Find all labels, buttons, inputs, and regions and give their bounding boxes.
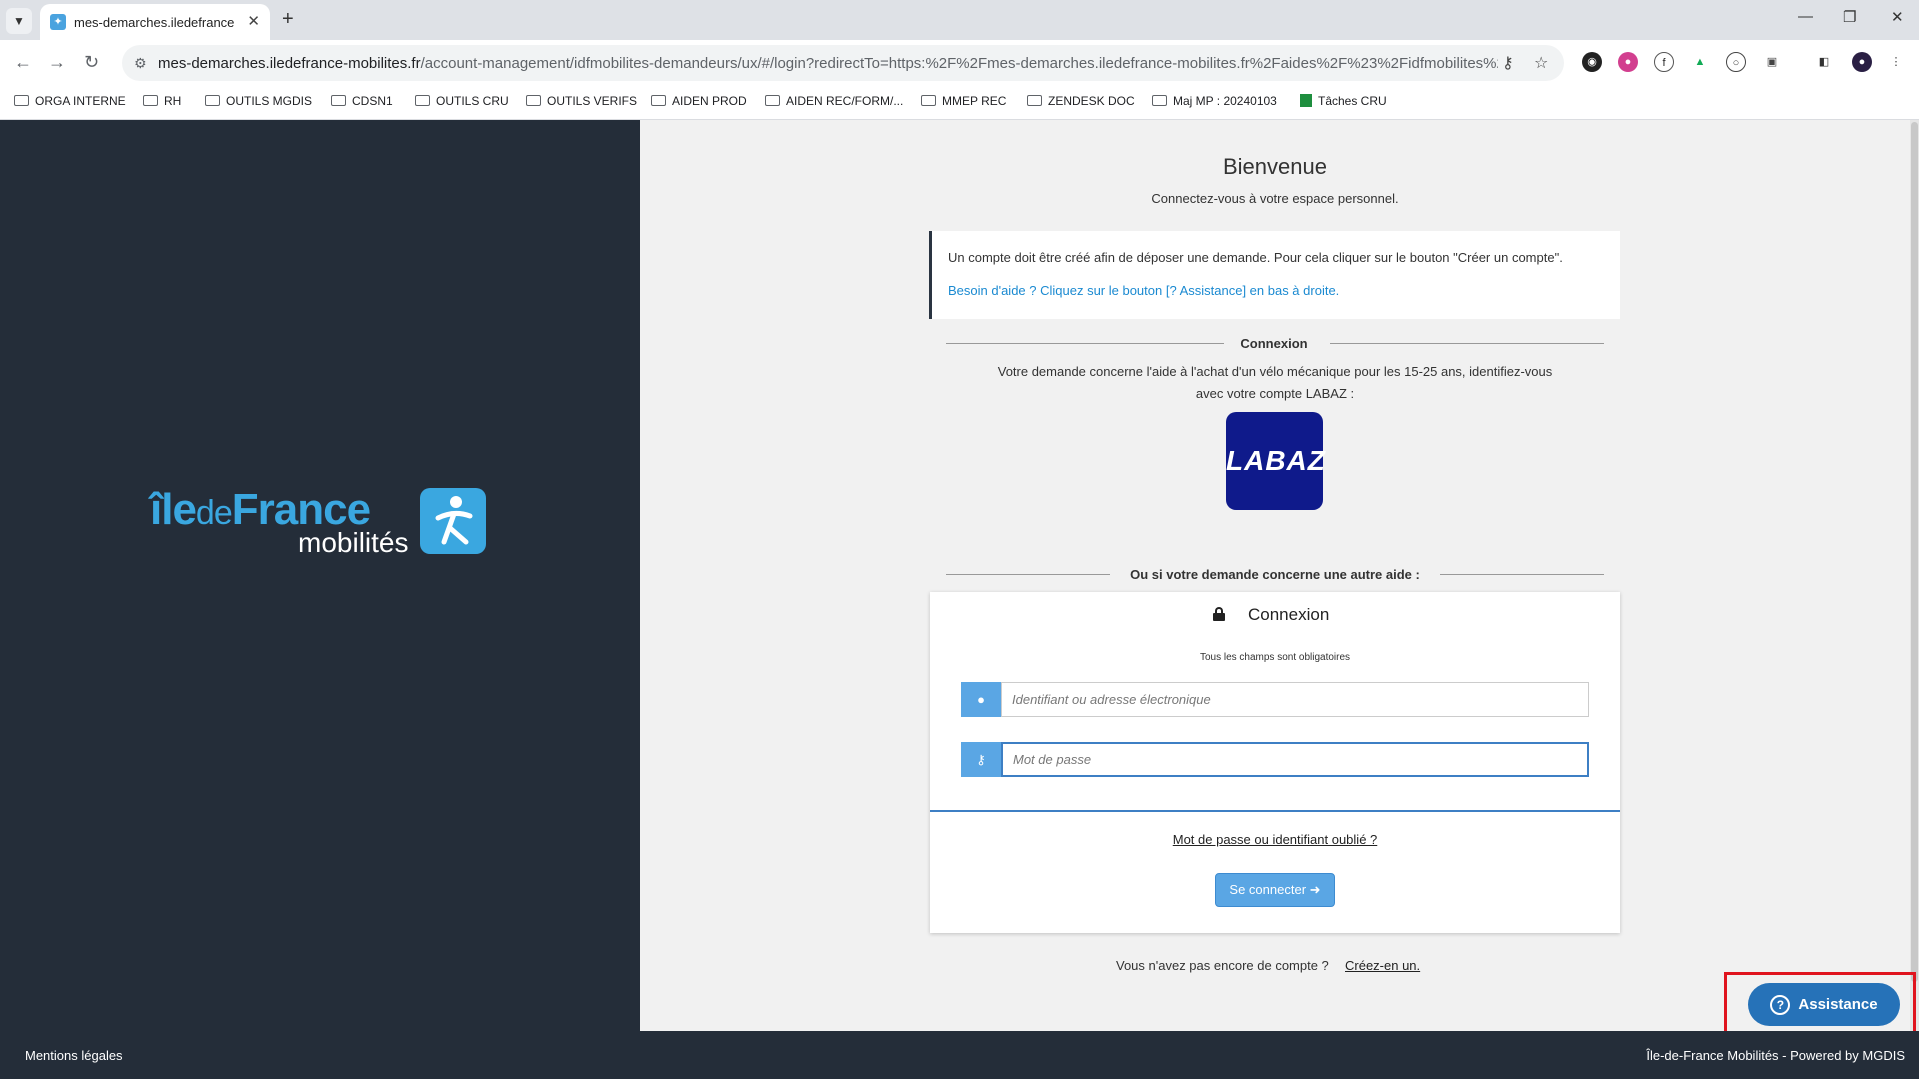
browser-tab-bar: ▼ ✦ mes-demarches.iledefrance-mo ✕ + — ❐… xyxy=(0,0,1919,40)
password-key-icon[interactable]: ⚷ xyxy=(1502,53,1514,73)
folder-icon xyxy=(1027,95,1042,106)
reload-icon[interactable]: ↻ xyxy=(84,52,99,73)
bookmark-folder[interactable]: MMEP REC xyxy=(921,94,1006,108)
bookmark-folder[interactable]: AIDEN REC/FORM/... xyxy=(765,94,903,108)
folder-icon xyxy=(526,95,541,106)
velo-text-line: avec votre compte LABAZ : xyxy=(1195,386,1355,401)
extension-icon-5[interactable]: ○ xyxy=(1726,52,1746,72)
legal-notice-link[interactable]: Mentions légales xyxy=(25,1048,123,1063)
logo-mobilites-text: mobilités xyxy=(298,527,409,558)
velo-instructions: Votre demande concerne l'aide à l'achat … xyxy=(975,361,1575,405)
logo-ile-text: île xyxy=(150,485,197,534)
bookmark-folder[interactable]: AIDEN PROD xyxy=(651,94,747,108)
section-divider xyxy=(1330,343,1604,344)
velo-text-line: Votre demande concerne l'aide à l'achat … xyxy=(997,364,1553,379)
section-divider xyxy=(946,343,1224,344)
tab-close-icon[interactable]: ✕ xyxy=(247,12,260,30)
card-separator xyxy=(930,810,1620,812)
address-bar[interactable]: ⚙ mes-demarches.iledefrance-mobilites.fr… xyxy=(122,45,1564,81)
lock-icon xyxy=(1213,607,1225,621)
browser-menu-icon[interactable]: ⋮ xyxy=(1886,52,1906,72)
key-icon: ⚷ xyxy=(961,742,1001,777)
brand-panel: îledeFrance mobilités xyxy=(0,120,640,1031)
required-fields-note: Tous les champs sont obligatoires xyxy=(1199,652,1351,663)
section-connexion-label: Connexion xyxy=(1240,336,1308,351)
bookmark-folder[interactable]: Maj MP : 20240103 xyxy=(1152,94,1277,108)
folder-icon xyxy=(14,95,29,106)
help-circle-icon: ? xyxy=(1770,994,1791,1015)
powered-by-text: Île-de-France Mobilités - Powered by MGD… xyxy=(1646,1048,1905,1063)
password-field: ⚷ xyxy=(961,742,1589,777)
bookmarks-bar: ORGA INTERNE RH OUTILS MGDIS CDSN1 OUTIL… xyxy=(0,86,1919,120)
create-account-link[interactable]: Créez-en un. xyxy=(1345,958,1420,973)
bookmark-folder[interactable]: RH xyxy=(143,94,181,108)
scrollbar-thumb[interactable] xyxy=(1911,122,1918,982)
forgot-password-link[interactable]: Mot de passe ou identifiant oublié ? xyxy=(930,832,1620,847)
login-card-title: Connexion xyxy=(1248,605,1330,624)
username-field: ● xyxy=(961,682,1589,717)
login-button[interactable]: Se connecter ➜ xyxy=(1215,873,1335,907)
info-account-text: Un compte doit être créé afin de déposer… xyxy=(948,250,1563,265)
browser-tab[interactable]: ✦ mes-demarches.iledefrance-mo ✕ xyxy=(40,4,270,40)
folder-icon xyxy=(415,95,430,106)
window-close-icon[interactable]: ✕ xyxy=(1891,8,1904,26)
bookmark-item[interactable]: Tâches CRU xyxy=(1300,94,1387,108)
folder-icon xyxy=(765,95,780,106)
page-subtitle: Connectez-vous à votre espace personnel. xyxy=(1151,191,1399,206)
sign-in-icon: ➜ xyxy=(1309,882,1321,897)
profile-avatar-icon[interactable]: ● xyxy=(1852,52,1872,72)
labaz-login-button[interactable]: LABAZ xyxy=(1226,412,1325,510)
folder-icon xyxy=(651,95,666,106)
flag-icon xyxy=(1300,94,1312,107)
folder-icon xyxy=(205,95,220,106)
runner-logo-icon xyxy=(420,488,486,554)
side-panel-icon[interactable]: ◧ xyxy=(1814,52,1834,72)
folder-icon xyxy=(143,95,158,106)
extension-icon-4[interactable]: ▲ xyxy=(1690,52,1710,72)
new-tab-icon[interactable]: + xyxy=(282,8,294,30)
logo-de-text: de xyxy=(195,494,233,532)
extension-icon-3[interactable]: f xyxy=(1654,52,1674,72)
site-favicon-icon: ✦ xyxy=(50,14,66,30)
page-footer: Mentions légales Île-de-France Mobilités… xyxy=(0,1031,1919,1079)
page-title: Bienvenue xyxy=(1223,154,1327,179)
folder-icon xyxy=(921,95,936,106)
bookmark-folder[interactable]: OUTILS VERIFS xyxy=(526,94,637,108)
forward-icon[interactable]: → xyxy=(48,52,66,73)
section-divider xyxy=(1440,574,1604,575)
bookmark-folder[interactable]: OUTILS CRU xyxy=(415,94,509,108)
info-notice: Un compte doit être créé afin de déposer… xyxy=(929,231,1620,319)
bookmark-star-icon[interactable]: ☆ xyxy=(1534,53,1548,73)
bookmark-folder[interactable]: CDSN1 xyxy=(331,94,393,108)
idfm-logo: îledeFrance mobilités xyxy=(150,485,490,565)
assistance-label: Assistance xyxy=(1798,995,1878,1013)
login-card: Connexion Tous les champs sont obligatoi… xyxy=(930,592,1620,933)
login-button-label: Se connecter xyxy=(1229,882,1307,897)
section-divider xyxy=(946,574,1110,575)
folder-icon xyxy=(1152,95,1167,106)
password-input[interactable] xyxy=(1001,742,1589,777)
assistance-button[interactable]: ? Assistance xyxy=(1748,983,1900,1026)
bookmark-folder[interactable]: OUTILS MGDIS xyxy=(205,94,312,108)
extension-icon-2[interactable]: ● xyxy=(1618,52,1638,72)
bookmark-folder[interactable]: ORGA INTERNE xyxy=(14,94,126,108)
url-text[interactable]: mes-demarches.iledefrance-mobilites.fr/a… xyxy=(158,55,1498,72)
back-icon[interactable]: ← xyxy=(14,52,32,73)
tab-title: mes-demarches.iledefrance-mo xyxy=(74,15,234,30)
extension-icon-1[interactable]: ◉ xyxy=(1582,52,1602,72)
bookmark-folder[interactable]: ZENDESK DOC xyxy=(1027,94,1135,108)
minimize-icon[interactable]: — xyxy=(1798,8,1813,25)
user-icon: ● xyxy=(961,682,1001,717)
username-input[interactable] xyxy=(1001,682,1589,717)
restore-icon[interactable]: ❐ xyxy=(1843,8,1856,26)
tab-search-icon[interactable]: ▼ xyxy=(6,8,32,34)
extensions-puzzle-icon[interactable]: ▣ xyxy=(1762,52,1782,72)
section-other-aid-label: Ou si votre demande concerne une autre a… xyxy=(1130,567,1420,582)
folder-icon xyxy=(331,95,346,106)
site-info-icon[interactable]: ⚙ xyxy=(134,55,147,72)
no-account-text: Vous n'avez pas encore de compte ? xyxy=(1116,958,1329,973)
help-link[interactable]: Besoin d'aide ? Cliquez sur le bouton [?… xyxy=(948,283,1339,298)
